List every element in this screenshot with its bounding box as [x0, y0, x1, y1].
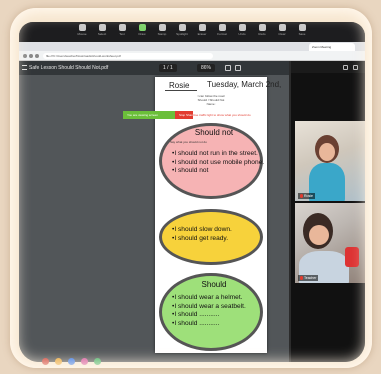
nav-buttons[interactable] [23, 54, 39, 58]
pdf-toolbar: Safe Lesson Should Should Not.pdf 1 / 1 … [19, 61, 289, 75]
eraser-tool-button[interactable]: Eraser [195, 24, 210, 42]
url-field[interactable]: file:///C:/Users/teacher/Downloads/shoul… [43, 53, 213, 59]
draw-tool-button[interactable]: Draw [135, 24, 150, 42]
participant-face [319, 143, 335, 161]
undo-tool-button[interactable]: Undo [235, 24, 250, 42]
taskbar-app-icon[interactable] [94, 358, 101, 365]
red-light-section: Should not Say what you should not do I … [159, 123, 264, 199]
tool-label: Eraser [197, 32, 207, 36]
select-icon [98, 24, 106, 31]
menu-icon[interactable] [22, 65, 27, 70]
address-bar: file:///C:/Users/teacher/Downloads/shoul… [19, 51, 365, 61]
tool-label: Redo [258, 32, 266, 36]
sentence: I should not [172, 167, 264, 176]
stamp-icon [158, 24, 166, 31]
redo-tool-button[interactable]: Redo [255, 24, 270, 42]
video-tile[interactable]: Teacher [295, 203, 365, 283]
save-tool-button[interactable]: Save [295, 24, 310, 42]
undo-icon [238, 24, 246, 31]
taskbar-app-icon[interactable] [42, 358, 49, 365]
taskbar-app-icon[interactable] [55, 358, 62, 365]
taskbar-app-icon[interactable] [68, 358, 75, 365]
mouse-tool-button[interactable]: Mouse [75, 24, 90, 42]
spotlight-icon [178, 24, 186, 31]
tool-label: Mouse [77, 32, 87, 36]
mic-muted-icon [300, 276, 303, 280]
redo-icon [258, 24, 266, 31]
format-tool-button[interactable]: Format [215, 24, 230, 42]
photo-frame: Mouse Select Text Draw Stamp Spotlight Eraser F… [10, 8, 372, 368]
screen-share-bar: You are viewing screen Stop Share [123, 111, 193, 119]
sentence-list: I should not run in the street. I should… [172, 150, 264, 176]
tool-label: Draw [138, 32, 146, 36]
tool-label: Format [217, 32, 227, 36]
tool-label: Undo [238, 32, 246, 36]
taskbar-app-icon[interactable] [81, 358, 88, 365]
sentence: I should not use mobile phone. [172, 159, 264, 168]
tool-label: Clear [278, 32, 286, 36]
sentence: I should not run in the street. [172, 150, 264, 159]
pencil-icon [138, 24, 146, 31]
sentence-list: I should wear a helmet. I should wear a … [172, 294, 246, 329]
clear-tool-button[interactable]: Clear [275, 24, 290, 42]
participant-name: Rosie [298, 192, 315, 199]
minimize-icon[interactable] [353, 65, 358, 70]
browser-tab-strip: Zoom Meeting [19, 42, 365, 51]
palette-icon [218, 24, 226, 31]
worksheet-page[interactable]: Rosie Tuesday, March 2nd, I can follow t… [123, 77, 281, 353]
text-tool-button[interactable]: Text [115, 24, 130, 42]
section-title: Should [201, 280, 227, 289]
stamp-tool-button[interactable]: Stamp [155, 24, 170, 42]
video-panel: Rosie Teacher [291, 61, 365, 362]
annotation-toolbar: Mouse Select Text Draw Stamp Spotlight Eraser F… [19, 22, 365, 42]
rotate-icon[interactable] [235, 65, 241, 71]
pointer-icon [78, 24, 86, 31]
page-counter[interactable]: 1 / 1 [159, 64, 177, 72]
mic-muted-icon [300, 194, 303, 198]
section-note: Say what you should not do [170, 140, 207, 144]
name-underline [165, 90, 197, 91]
sentence-list: I should slow down. I should get ready. [172, 226, 232, 243]
video-panel-header [291, 61, 365, 73]
save-icon [298, 24, 306, 31]
text-icon [118, 24, 126, 31]
video-tile[interactable]: Rosie [295, 121, 365, 201]
viewing-screen-label[interactable]: You are viewing screen [123, 111, 175, 119]
tool-label: Stamp [157, 32, 167, 36]
participant-name: Teacher [298, 274, 319, 281]
eraser-icon [198, 24, 206, 31]
fit-page-icon[interactable] [225, 65, 231, 71]
taskbar [32, 358, 352, 368]
pdf-title: Safe Lesson Should Should Not.pdf [29, 65, 109, 71]
spotlight-tool-button[interactable]: Spotlight [175, 24, 190, 42]
yellow-light-section: I should slow down. I should get ready. [159, 209, 263, 265]
subtitle-line: Name: [206, 102, 216, 106]
red-object [345, 247, 359, 267]
student-name: Rosie [169, 81, 190, 90]
annotation-hint: Use traffic light to show what you shoul… [193, 113, 251, 117]
stop-share-button[interactable]: Stop Share [175, 111, 193, 119]
sentence: I should ........... [172, 311, 246, 320]
sentence: I should slow down. [172, 226, 232, 235]
tool-label: Text [119, 32, 125, 36]
sentence: I should get ready. [172, 235, 232, 244]
section-title: Should not [194, 128, 234, 137]
tool-label: Select [97, 32, 107, 36]
date-text: Tuesday, March 2nd, [207, 80, 282, 89]
green-light-section: Should I should wear a helmet. I should … [159, 273, 263, 351]
sentence: I should ........... [172, 320, 246, 329]
select-tool-button[interactable]: Select [95, 24, 110, 42]
participant-face [309, 225, 329, 245]
zoom-level[interactable]: 86% [197, 64, 216, 72]
tool-label: Spotlight [176, 32, 188, 36]
browser-tab[interactable]: Zoom Meeting [309, 43, 355, 51]
sentence: I should wear a seatbelt. [172, 303, 245, 312]
tool-label: Save [298, 32, 306, 36]
trash-icon [278, 24, 286, 31]
layout-icon[interactable] [343, 65, 348, 70]
laptop-screen: Mouse Select Text Draw Stamp Spotlight Eraser F… [19, 22, 365, 362]
sentence: I should wear a helmet. [172, 294, 246, 303]
